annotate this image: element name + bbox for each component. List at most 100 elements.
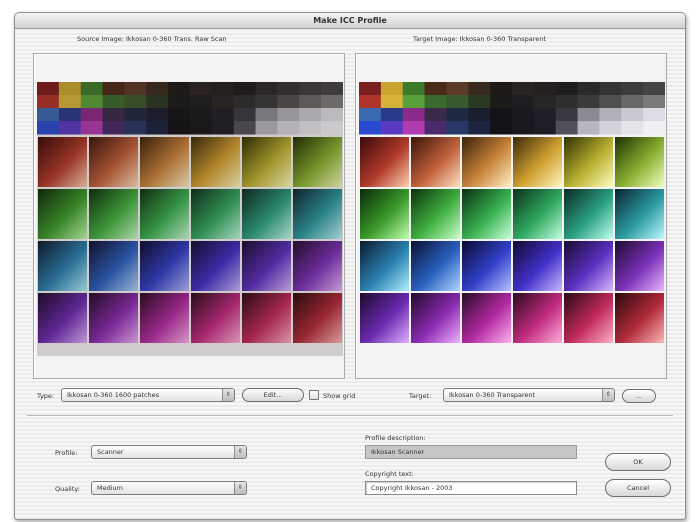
color-patch <box>380 82 404 96</box>
copyright-field[interactable]: Copyright Ikkosan - 2003 <box>365 481 577 495</box>
color-patch <box>468 95 491 109</box>
gradient-patch <box>513 293 562 343</box>
color-patch <box>621 108 644 122</box>
raw-scan-tint <box>37 82 343 356</box>
gradient-patch <box>462 241 511 291</box>
color-patch <box>402 121 426 135</box>
color-patch <box>643 121 665 135</box>
color-patch <box>468 121 491 135</box>
gradient-patch <box>360 137 409 187</box>
source-image-panel[interactable] <box>33 53 345 379</box>
copyright-label: Copyright text: <box>365 470 414 478</box>
gradient-patch <box>615 241 664 291</box>
quality-popup[interactable]: Medium ⇳ <box>91 481 247 495</box>
target-popup-value: Ikkosan 0-360 Transparent <box>449 391 536 399</box>
gradient-patch <box>615 189 664 239</box>
color-patch <box>359 82 382 96</box>
color-patch <box>512 82 535 96</box>
color-patch <box>490 121 513 135</box>
gradient-patch <box>411 241 460 291</box>
gradient-patch <box>462 293 511 343</box>
gradient-patch <box>360 189 409 239</box>
color-patch <box>402 108 426 122</box>
gradient-patch <box>564 137 613 187</box>
color-patch <box>599 82 622 96</box>
popup-arrows-icon: ⇳ <box>234 446 246 458</box>
color-patch <box>490 82 513 96</box>
color-patch <box>621 95 644 109</box>
color-patch <box>533 108 557 122</box>
profile-label: Profile: <box>55 449 78 457</box>
color-patch <box>359 95 382 109</box>
color-patch <box>533 121 557 135</box>
make-icc-profile-dialog: Make ICC Profile Source Image: Ikkosan 0… <box>14 12 686 520</box>
type-popup-value: Ikkosan 0-360 1600 patches <box>67 391 160 399</box>
gradient-patch <box>564 241 613 291</box>
target-more-button[interactable]: ... <box>622 389 656 403</box>
gradient-patch <box>615 137 664 187</box>
ok-button[interactable]: OK <box>605 453 671 471</box>
separator <box>27 415 673 417</box>
color-patch <box>577 108 600 122</box>
show-grid-label: Show grid <box>323 392 356 400</box>
color-patch <box>577 82 600 96</box>
type-popup[interactable]: Ikkosan 0-360 1600 patches ⇳ <box>61 388 235 402</box>
gradient-patch <box>360 293 409 343</box>
color-patch <box>359 108 382 122</box>
type-label: Type: <box>37 392 55 400</box>
target-patch-chart <box>359 82 665 356</box>
target-label: Target: <box>409 392 432 400</box>
color-patch <box>512 95 535 109</box>
edit-button[interactable]: Edit... <box>242 388 304 402</box>
cancel-button[interactable]: Cancel <box>605 479 671 497</box>
source-image-caption: Source Image: Ikkosan 0-360 Trans. Raw S… <box>77 35 227 43</box>
gradient-patch <box>615 293 664 343</box>
color-patch <box>643 95 665 109</box>
source-patch-chart <box>37 82 343 356</box>
dialog-title: Make ICC Profile <box>15 13 685 29</box>
gradient-patch <box>411 189 460 239</box>
gradient-patch <box>411 293 460 343</box>
color-patch <box>490 95 513 109</box>
gradient-patch <box>513 189 562 239</box>
gradient-patch <box>564 189 613 239</box>
color-patch <box>599 108 622 122</box>
color-patch <box>555 82 579 96</box>
quality-label: Quality: <box>55 485 80 493</box>
gradient-patch <box>360 241 409 291</box>
color-patch <box>555 95 579 109</box>
target-patch-image <box>359 82 665 343</box>
popup-arrows-icon: ⇳ <box>602 389 614 401</box>
popup-arrows-icon: ⇳ <box>234 482 246 494</box>
color-patch <box>424 95 447 109</box>
gradient-patch <box>462 189 511 239</box>
color-patch <box>533 95 557 109</box>
color-patch <box>446 121 469 135</box>
quality-popup-value: Medium <box>97 484 123 492</box>
profile-popup[interactable]: Scanner ⇳ <box>91 445 247 459</box>
popup-arrows-icon: ⇳ <box>222 389 234 401</box>
color-patch <box>643 82 665 96</box>
color-patch <box>512 121 535 135</box>
color-patch <box>577 95 600 109</box>
color-patch <box>533 82 557 96</box>
color-patch <box>468 82 491 96</box>
color-patch <box>577 121 600 135</box>
color-patch <box>446 95 469 109</box>
target-popup[interactable]: Ikkosan 0-360 Transparent ⇳ <box>443 388 615 402</box>
color-patch <box>380 121 404 135</box>
show-grid-checkbox[interactable] <box>309 390 319 400</box>
color-patch <box>424 82 447 96</box>
color-patch <box>424 121 447 135</box>
color-patch <box>402 82 426 96</box>
target-image-panel[interactable] <box>355 53 667 379</box>
gradient-patch <box>513 241 562 291</box>
gradient-patch <box>513 137 562 187</box>
color-patch <box>446 82 469 96</box>
color-patch <box>402 95 426 109</box>
color-patch <box>490 108 513 122</box>
color-patch <box>468 108 491 122</box>
color-patch <box>380 95 404 109</box>
profile-description-field[interactable]: Ikkosan Scanner <box>365 445 577 459</box>
color-patch <box>380 108 404 122</box>
